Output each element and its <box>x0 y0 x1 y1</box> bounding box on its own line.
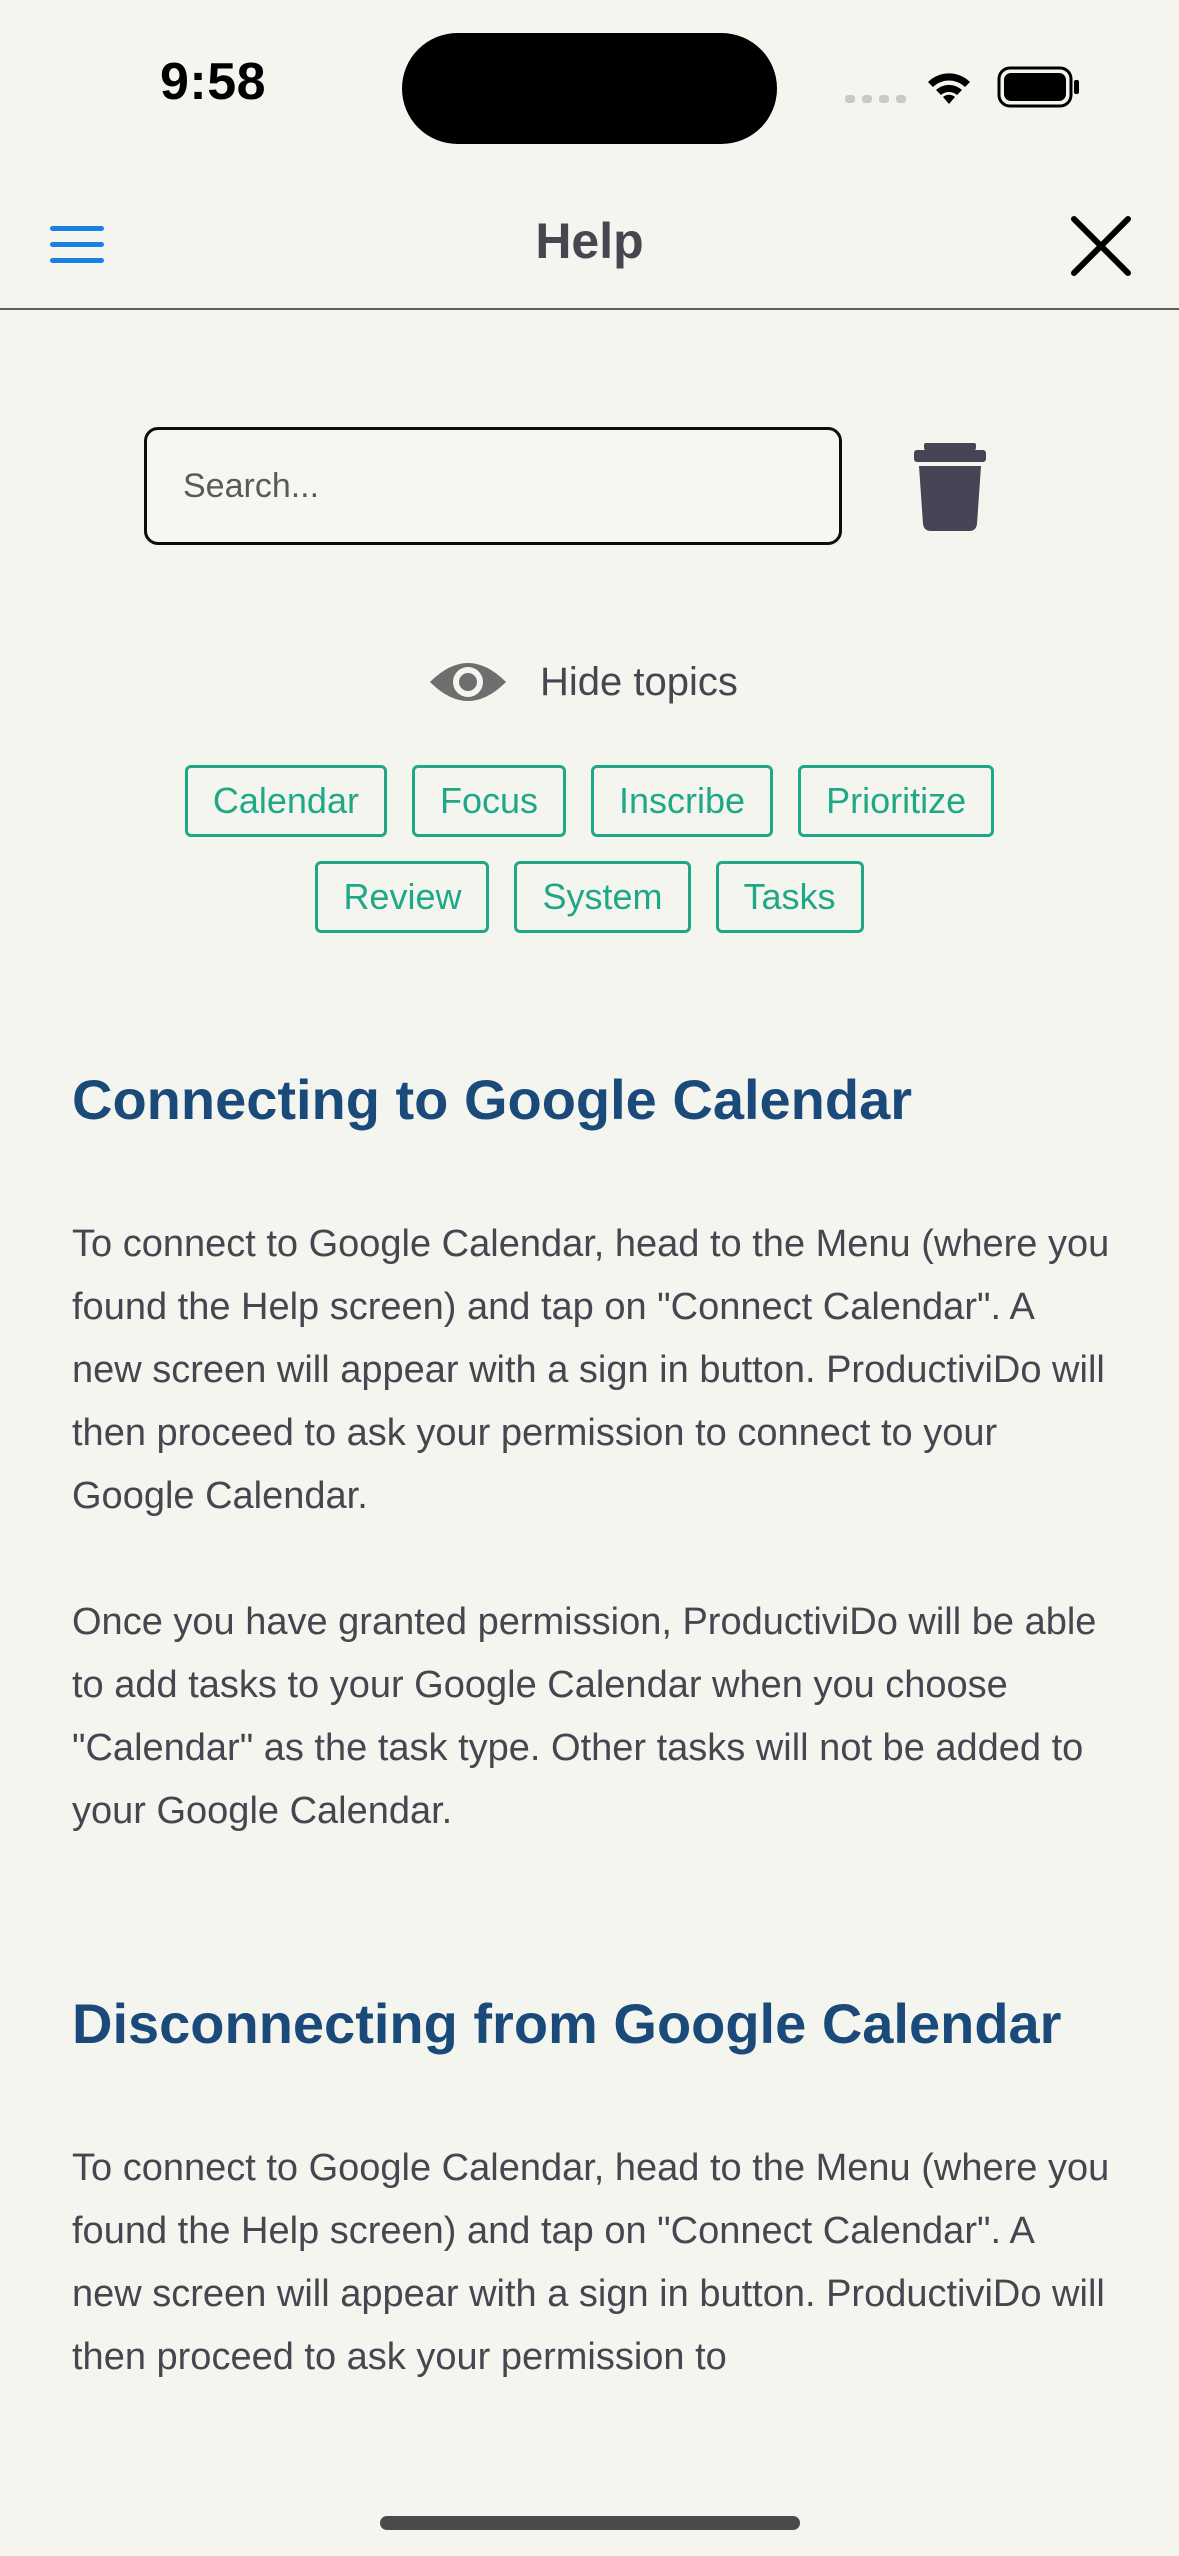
hide-topics-label: Hide topics <box>540 659 738 704</box>
close-icon[interactable] <box>1068 213 1134 279</box>
help-article: Connecting to Google Calendar To connect… <box>72 1066 1112 1843</box>
hide-topics-toggle[interactable]: Hide topics <box>428 650 738 714</box>
wifi-icon <box>928 73 970 104</box>
trash-icon[interactable] <box>914 440 986 532</box>
battery-icon <box>997 66 1079 108</box>
topic-chips-row: Calendar Focus Inscribe Prioritize <box>0 765 1179 837</box>
eye-icon <box>430 663 506 701</box>
topic-chips-row: Review System Tasks <box>0 861 1179 933</box>
help-screen: 9:58 Help Search... Hide topics Calendar… <box>0 0 1179 2556</box>
home-indicator[interactable] <box>380 2516 800 2530</box>
article-title: Connecting to Google Calendar <box>72 1068 913 1131</box>
article-paragraph: To connect to Google Calendar, head to t… <box>72 2147 1110 2379</box>
help-article: Disconnecting from Google Calendar To co… <box>72 1990 1112 2389</box>
topic-chip-focus[interactable]: Focus <box>411 765 567 837</box>
app-header: Help <box>0 175 1179 310</box>
topic-chip-review[interactable]: Review <box>315 861 490 933</box>
topic-chip-system[interactable]: System <box>514 861 691 933</box>
search-input[interactable] <box>144 427 842 545</box>
article-title: Disconnecting from Google Calendar <box>72 1992 1062 2055</box>
cellular-signal-icon <box>845 95 906 103</box>
page-title: Help <box>535 213 644 269</box>
topic-chip-calendar[interactable]: Calendar <box>184 765 387 837</box>
topic-chip-prioritize[interactable]: Prioritize <box>798 765 995 837</box>
topic-chip-inscribe[interactable]: Inscribe <box>591 765 774 837</box>
status-bar: 9:58 <box>0 0 1179 175</box>
status-time: 9:58 <box>160 53 267 111</box>
dynamic-island <box>402 33 777 144</box>
article-paragraph: To connect to Google Calendar, head to t… <box>72 1223 1110 1518</box>
topic-chip-tasks[interactable]: Tasks <box>715 861 864 933</box>
article-paragraph: Once you have granted permission, Produc… <box>72 1601 1097 1833</box>
